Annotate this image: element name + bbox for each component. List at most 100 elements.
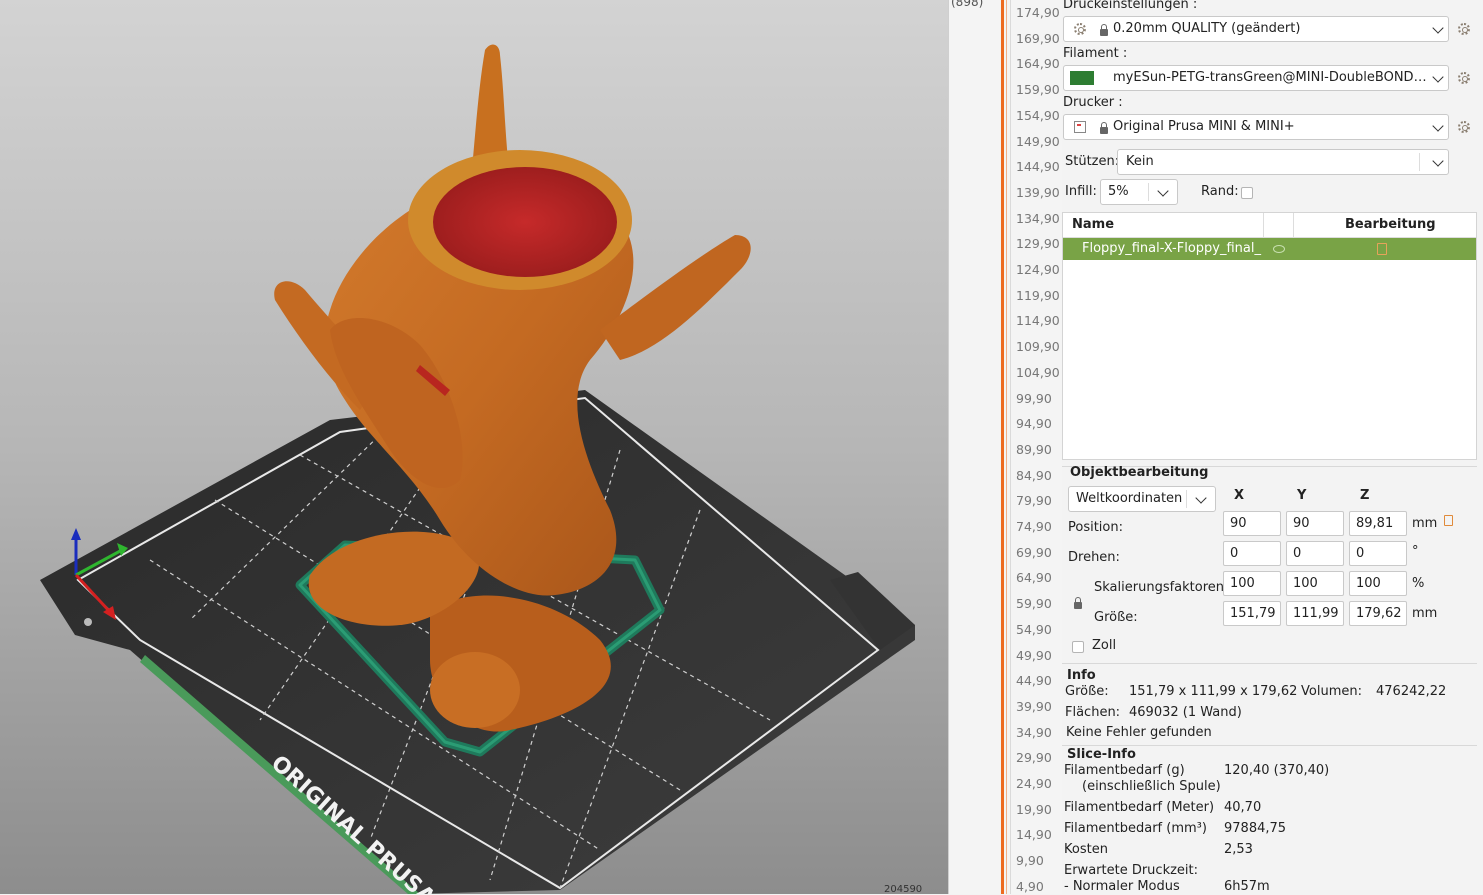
coordinate-system-combo[interactable]: Weltkoordinaten bbox=[1068, 486, 1216, 512]
rotation-y-input[interactable]: 0 bbox=[1286, 541, 1344, 566]
infill-combo[interactable]: 5% bbox=[1100, 179, 1178, 205]
scale-x-input[interactable]: 100 bbox=[1223, 571, 1281, 596]
ruler-tick: 29,90 bbox=[1016, 750, 1062, 766]
chevron-down-icon bbox=[1432, 155, 1444, 167]
print-settings-value: 0.20mm QUALITY (geändert) bbox=[1113, 21, 1301, 36]
object-manipulation-title: Objektbearbeitung bbox=[1070, 465, 1209, 480]
ruler-tick: 19,90 bbox=[1016, 802, 1062, 818]
supports-value: Kein bbox=[1126, 154, 1154, 169]
chevron-down-icon bbox=[1432, 120, 1444, 132]
ruler-tick: 159,90 bbox=[1016, 82, 1062, 98]
ruler-tick: 104,90 bbox=[1016, 365, 1062, 381]
position-label: Position: bbox=[1068, 520, 1123, 535]
cost-value: 2,53 bbox=[1224, 842, 1253, 857]
inches-checkbox[interactable] bbox=[1072, 641, 1084, 653]
layer-slider-rail-shadow bbox=[1006, 0, 1007, 894]
info-volume-value: 476242,22 bbox=[1376, 684, 1447, 699]
object-list[interactable]: Name Bearbeitung Floppy_final-X-Floppy_f… bbox=[1062, 212, 1477, 460]
print-settings-label: Druckeinstellungen : bbox=[1063, 0, 1198, 12]
rotation-unit: ° bbox=[1412, 544, 1419, 559]
ruler-tick: 54,90 bbox=[1016, 622, 1062, 638]
filament-meter-label: Filamentbedarf (Meter) bbox=[1064, 800, 1215, 815]
ruler-tick: 39,90 bbox=[1016, 699, 1062, 715]
ruler-tick: 144,90 bbox=[1016, 159, 1062, 175]
scale-z-input[interactable]: 100 bbox=[1349, 571, 1407, 596]
filament-weight-label: Filamentbedarf (g) bbox=[1064, 763, 1185, 778]
filament-edit-icon[interactable] bbox=[1458, 72, 1470, 84]
size-z-input[interactable]: 179,62 bbox=[1349, 601, 1407, 626]
rotation-label: Drehen: bbox=[1068, 550, 1120, 565]
size-x-input[interactable]: 151,79 bbox=[1223, 601, 1281, 626]
ruler-tick: 74,90 bbox=[1016, 519, 1062, 535]
chevron-down-icon bbox=[1432, 22, 1444, 34]
slice-info-title: Slice-Info bbox=[1067, 747, 1136, 762]
ruler-tick: 44,90 bbox=[1016, 673, 1062, 689]
infill-label: Infill: bbox=[1065, 184, 1097, 199]
brim-checkbox[interactable] bbox=[1241, 187, 1253, 199]
visibility-eye-icon[interactable] bbox=[1273, 245, 1285, 253]
rotation-x-input[interactable]: 0 bbox=[1223, 541, 1281, 566]
print-settings-combo[interactable]: 0.20mm QUALITY (geändert) bbox=[1063, 16, 1449, 42]
filament-meter-value: 40,70 bbox=[1224, 800, 1262, 815]
ruler-tick: 139,90 bbox=[1016, 185, 1062, 201]
height-ruler: 174,90 169,90 164,90 159,90 154,90 149,90 144,… bbox=[1010, 0, 1063, 894]
position-z-input[interactable]: 89,81 bbox=[1349, 511, 1407, 536]
position-y-input[interactable]: 90 bbox=[1286, 511, 1344, 536]
cost-label: Kosten bbox=[1064, 842, 1108, 857]
ruler-tick: 169,90 bbox=[1016, 31, 1062, 47]
rotation-z-input[interactable]: 0 bbox=[1349, 541, 1407, 566]
lock-icon bbox=[1100, 122, 1108, 134]
ruler-tick: 114,90 bbox=[1016, 313, 1062, 329]
3d-viewport[interactable]: ORIGINAL PRUSA 204590 bbox=[0, 0, 948, 894]
printer-icon bbox=[1074, 121, 1086, 133]
ruler-tick: 84,90 bbox=[1016, 468, 1062, 484]
uniform-scale-lock-icon[interactable] bbox=[1074, 597, 1082, 609]
size-y-input[interactable]: 111,99 bbox=[1286, 601, 1344, 626]
axis-x-label: X bbox=[1234, 488, 1245, 503]
filament-weight-value: 120,40 (370,40) bbox=[1224, 763, 1330, 778]
ruler-tick: 124,90 bbox=[1016, 262, 1062, 278]
ruler-tick: 119,90 bbox=[1016, 288, 1062, 304]
drop-to-bed-icon[interactable] bbox=[1444, 515, 1453, 526]
normal-mode-value: 6h57m bbox=[1224, 879, 1270, 894]
lock-icon bbox=[1100, 24, 1108, 36]
object-list-row[interactable]: Floppy_final-X-Floppy_final_I bbox=[1063, 238, 1476, 260]
ruler-tick: 49,90 bbox=[1016, 648, 1062, 664]
ruler-tick: 14,90 bbox=[1016, 827, 1062, 843]
info-size-label: Größe: bbox=[1065, 684, 1109, 699]
supports-label: Stützen: bbox=[1065, 154, 1120, 169]
info-facets-label: Flächen: bbox=[1065, 705, 1121, 720]
ruler-tick: 69,90 bbox=[1016, 545, 1062, 561]
info-volume-label: Volumen: bbox=[1301, 684, 1362, 699]
scale-y-input[interactable]: 100 bbox=[1286, 571, 1344, 596]
ruler-tick: 154,90 bbox=[1016, 108, 1062, 124]
supports-combo[interactable]: Kein bbox=[1117, 149, 1449, 175]
print-time-label: Erwartete Druckzeit: bbox=[1064, 863, 1199, 878]
column-edit[interactable]: Bearbeitung bbox=[1345, 217, 1436, 232]
position-unit: mm bbox=[1412, 516, 1438, 531]
layer-slider-rail[interactable] bbox=[1001, 0, 1004, 894]
print-settings-edit-icon[interactable] bbox=[1458, 23, 1470, 35]
filament-combo[interactable]: myESun-PETG-transGreen@MINI-DoubleBONDT … bbox=[1063, 65, 1449, 91]
scene-render: ORIGINAL PRUSA bbox=[40, 44, 915, 894]
axis-z-label: Z bbox=[1360, 488, 1370, 503]
ruler-tick: 79,90 bbox=[1016, 493, 1062, 509]
brim-label: Rand: bbox=[1201, 184, 1239, 199]
edit-object-icon[interactable] bbox=[1377, 243, 1387, 255]
ruler-tick: 34,90 bbox=[1016, 725, 1062, 741]
ruler-tick: 174,90 bbox=[1016, 5, 1062, 21]
column-name[interactable]: Name bbox=[1072, 217, 1114, 232]
info-size-value: 151,79 x 111,99 x 179,62 bbox=[1129, 684, 1298, 699]
ruler-tick: 164,90 bbox=[1016, 56, 1062, 72]
position-x-input[interactable]: 90 bbox=[1223, 511, 1281, 536]
axis-y-label: Y bbox=[1297, 488, 1307, 503]
printer-combo[interactable]: Original Prusa MINI & MINI+ bbox=[1063, 114, 1449, 140]
ruler-tick: 4,90 bbox=[1016, 879, 1062, 895]
ruler-tick: 134,90 bbox=[1016, 211, 1062, 227]
ruler-tick: 9,90 bbox=[1016, 853, 1062, 869]
filament-color-swatch bbox=[1070, 71, 1094, 85]
scale-unit: % bbox=[1412, 576, 1425, 591]
layer-slider[interactable]: (898) bbox=[948, 0, 1011, 894]
printer-edit-icon[interactable] bbox=[1458, 121, 1470, 133]
info-errors: Keine Fehler gefunden bbox=[1066, 725, 1212, 740]
